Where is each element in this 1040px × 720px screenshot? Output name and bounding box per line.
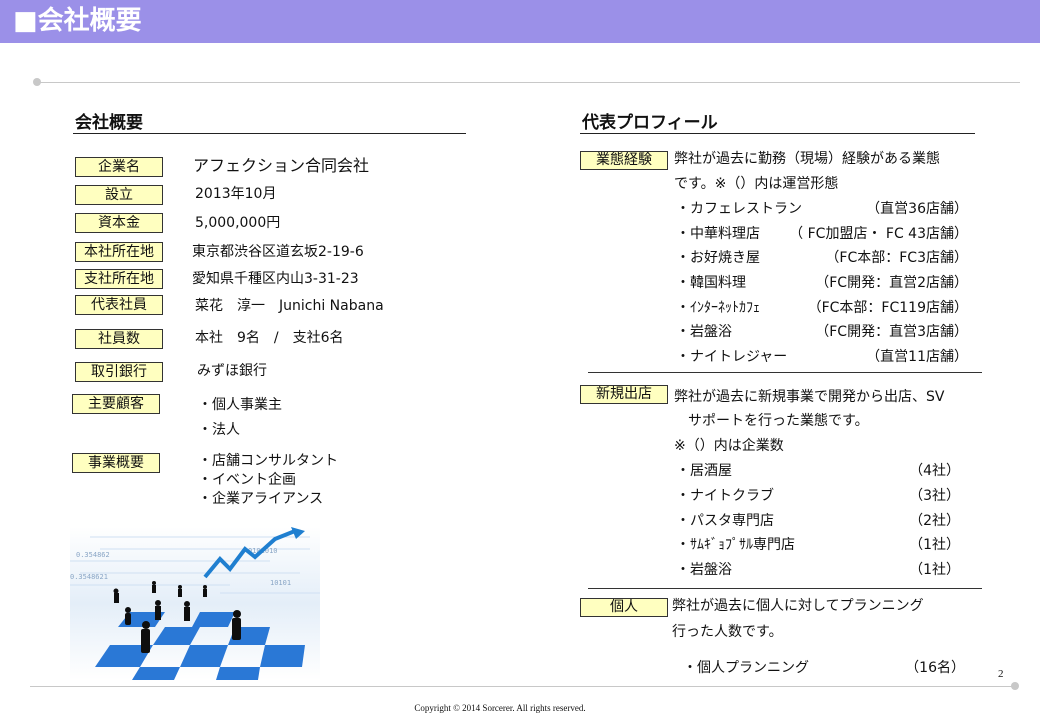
individual-desc-1: 弊社が過去に個人に対してプランニング bbox=[672, 598, 924, 614]
experience-row: ・カフェレストラン （直営36店舗） bbox=[676, 197, 968, 221]
new-stores-desc-3: ※（）内は企業数 bbox=[674, 438, 784, 454]
experience-name: ・カフェレストラン bbox=[676, 201, 802, 217]
experience-note: （FC本部：FC119店舗） bbox=[807, 300, 968, 316]
label-business-overview: 事業概要 bbox=[72, 453, 160, 473]
business-chart-graphic: 0101010 0.354862 0.3548621 10101 bbox=[70, 527, 320, 680]
value-employees: 本社 9名 / 支社6名 bbox=[195, 330, 344, 346]
individual-name: ・個人プランニング bbox=[683, 660, 809, 676]
new-stores-name: ・岩盤浴 bbox=[676, 562, 732, 578]
profile-heading: 代表プロフィール bbox=[582, 113, 718, 133]
new-stores-name: ・ナイトクラブ bbox=[676, 488, 774, 504]
experience-row: ・ナイトレジャー （直営11店舗） bbox=[676, 345, 968, 369]
value-representative: 菜花 淳一 Junichi Nabana bbox=[195, 298, 384, 314]
label-established: 設立 bbox=[75, 185, 163, 205]
experience-name: ・中華料理店 bbox=[676, 226, 760, 242]
page-number: 2 bbox=[998, 668, 1004, 680]
experience-note: （FC開発：直営2店舗） bbox=[815, 275, 968, 291]
experience-row: ・ｲﾝﾀｰﾈｯﾄｶﾌｪ （FC本部：FC119店舗） bbox=[676, 296, 968, 320]
experience-name: ・お好焼き屋 bbox=[676, 250, 760, 266]
company-heading: 会社概要 bbox=[75, 113, 143, 133]
new-stores-note: （3社） bbox=[909, 488, 960, 504]
value-branch-office: 愛知県千種区内山3-31-23 bbox=[192, 271, 359, 287]
header-bar: ■会社概要 bbox=[0, 0, 1040, 43]
new-stores-row: ・岩盤浴 （1社） bbox=[676, 558, 960, 582]
value-head-office: 東京都渋谷区道玄坂2-19-6 bbox=[192, 244, 364, 260]
value-customer-1: ・個人事業主 bbox=[198, 397, 282, 413]
new-stores-note: （1社） bbox=[909, 562, 960, 578]
individual-row: ・個人プランニング （16名） bbox=[683, 656, 965, 680]
value-company-name: アフェクション合同会社 bbox=[193, 156, 370, 175]
value-business-1: ・店舗コンサルタント bbox=[198, 453, 338, 469]
experience-name: ・韓国料理 bbox=[676, 275, 746, 291]
new-stores-desc-1: 弊社が過去に新規事業で開発から出店、SV bbox=[674, 389, 945, 405]
profile-separator-2 bbox=[588, 588, 982, 589]
experience-note: （ FC加盟店・ FC 43店舗） bbox=[789, 226, 968, 242]
experience-name: ・ナイトレジャー bbox=[676, 349, 788, 365]
label-branch-office: 支社所在地 bbox=[75, 269, 163, 289]
experience-row: ・お好焼き屋 （FC本部：FC3店舗） bbox=[676, 246, 968, 270]
new-stores-row: ・ナイトクラブ （3社） bbox=[676, 484, 960, 508]
label-employees: 社員数 bbox=[75, 329, 163, 349]
copyright: Copyright © 2014 Sorcerer. All rights re… bbox=[414, 703, 586, 713]
label-main-customers: 主要顧客 bbox=[72, 394, 160, 414]
value-business-3: ・企業アライアンス bbox=[198, 491, 324, 507]
page-title: ■会社概要 bbox=[13, 6, 142, 36]
label-head-office: 本社所在地 bbox=[75, 242, 163, 262]
new-stores-desc-2: サポートを行った業態です。 bbox=[674, 413, 869, 429]
label-new-stores: 新規出店 bbox=[580, 385, 668, 404]
value-established: 2013年10月 bbox=[195, 186, 277, 202]
experience-note: （直営36店舗） bbox=[866, 201, 968, 217]
label-bank: 取引銀行 bbox=[75, 362, 163, 382]
profile-heading-underline bbox=[580, 133, 975, 134]
company-heading-underline bbox=[73, 133, 466, 134]
value-bank: みずほ銀行 bbox=[197, 363, 267, 379]
illus-digits-2: 0.354862 bbox=[76, 551, 110, 559]
experience-note: （FC開発：直営3店舗） bbox=[815, 324, 968, 340]
illus-digits-3: 0.3548621 bbox=[70, 573, 108, 581]
experience-desc-1: 弊社が過去に勤務（現場）経験がある業態 bbox=[674, 151, 940, 167]
value-business-2: ・イベント企画 bbox=[198, 472, 296, 488]
profile-separator-1 bbox=[588, 372, 982, 373]
new-stores-note: （4社） bbox=[909, 463, 960, 479]
label-capital: 資本金 bbox=[75, 213, 163, 233]
experience-name: ・ｲﾝﾀｰﾈｯﾄｶﾌｪ bbox=[676, 300, 760, 316]
experience-name: ・岩盤浴 bbox=[676, 324, 732, 340]
experience-note: （FC本部：FC3店舗） bbox=[825, 250, 968, 266]
new-stores-name: ・ｻﾑｷﾞｮﾌﾟｻﾙ専門店 bbox=[676, 537, 795, 553]
illus-digits-4: 10101 bbox=[270, 579, 291, 587]
individual-note: （16名） bbox=[905, 660, 965, 676]
label-business-experience: 業態経験 bbox=[580, 151, 668, 170]
experience-note: （直営11店舗） bbox=[866, 349, 968, 365]
new-stores-name: ・パスタ専門店 bbox=[676, 513, 774, 529]
new-stores-name: ・居酒屋 bbox=[676, 463, 732, 479]
business-people-illustration: 0101010 0.354862 0.3548621 10101 bbox=[70, 527, 320, 680]
new-stores-row: ・パスタ専門店 （2社） bbox=[676, 509, 960, 533]
new-stores-row: ・居酒屋 （4社） bbox=[676, 459, 960, 483]
value-capital: 5,000,000円 bbox=[195, 215, 281, 231]
bottom-rule bbox=[30, 686, 1012, 687]
experience-row: ・中華料理店 （ FC加盟店・ FC 43店舗） bbox=[676, 222, 968, 246]
label-individual: 個人 bbox=[580, 598, 668, 617]
label-representative: 代表社員 bbox=[75, 295, 163, 315]
new-stores-note: （2社） bbox=[909, 513, 960, 529]
new-stores-note: （1社） bbox=[909, 537, 960, 553]
experience-row: ・岩盤浴 （FC開発：直営3店舗） bbox=[676, 320, 968, 344]
label-company-name: 企業名 bbox=[75, 157, 163, 177]
top-rule bbox=[40, 82, 1020, 83]
experience-desc-2: です。※（）内は運営形態 bbox=[674, 176, 839, 192]
individual-desc-2: 行った人数です。 bbox=[672, 624, 783, 640]
experience-row: ・韓国料理 （FC開発：直営2店舗） bbox=[676, 271, 968, 295]
new-stores-row: ・ｻﾑｷﾞｮﾌﾟｻﾙ専門店 （1社） bbox=[676, 533, 960, 557]
bottom-rule-dot bbox=[1011, 682, 1019, 690]
value-customer-2: ・法人 bbox=[198, 422, 240, 438]
